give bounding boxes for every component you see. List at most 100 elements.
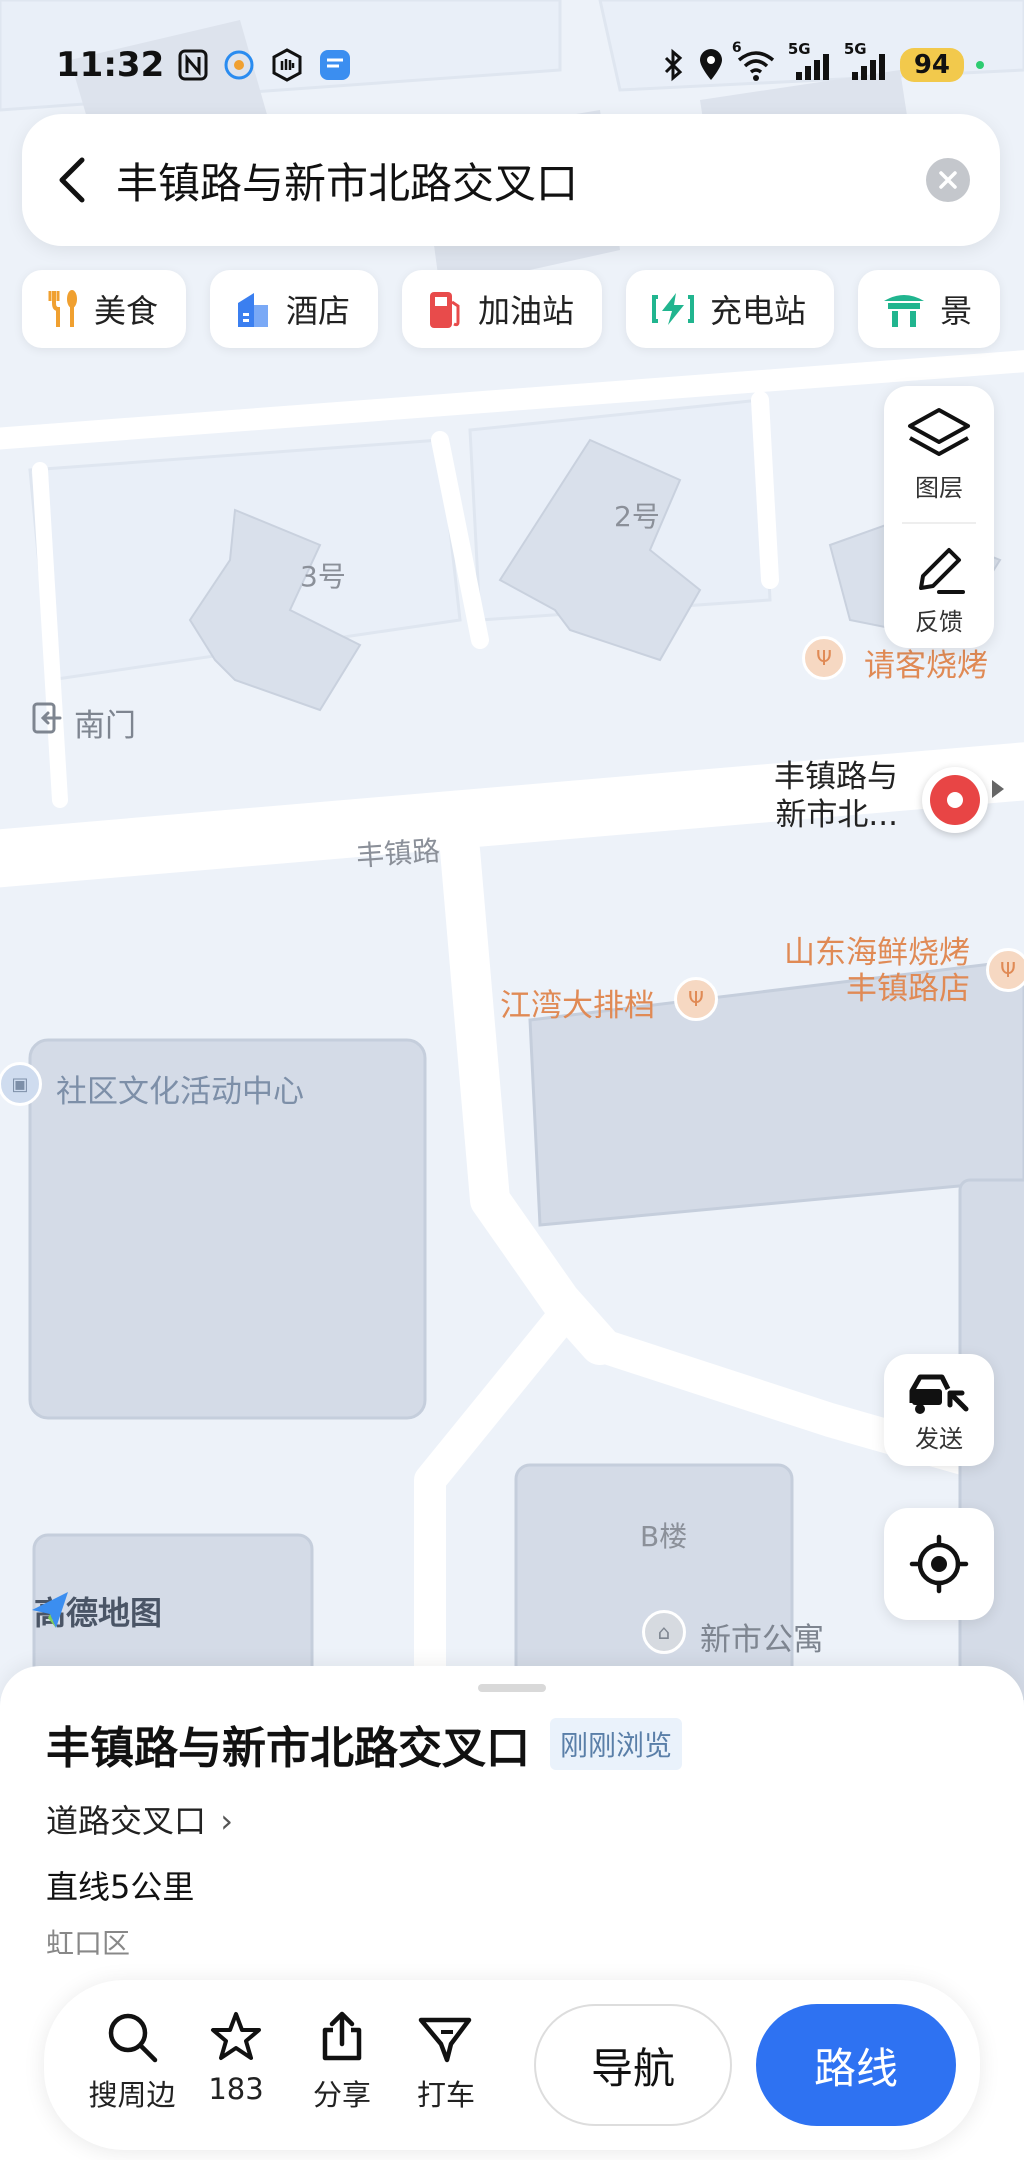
poi-jiangwan-dot[interactable]: Ψ (674, 977, 718, 1021)
fork-knife-icon: Ψ (1000, 958, 1016, 982)
map-canvas[interactable]: 3号 2号 南门 丰镇路 Ψ 请客烧烤 丰镇路与 新市北... 山东海鲜烧烤 丰… (0, 0, 1024, 1700)
map-tools-panel: 图层 反馈 (884, 386, 994, 648)
fork-knife-icon: Ψ (816, 646, 832, 670)
place-type-label: 道路交叉口 (46, 1802, 207, 1840)
network-label-2: 5G (843, 40, 867, 58)
place-title: 丰镇路与新市北路交叉口 (46, 1723, 530, 1774)
marker-label-line1: 丰镇路与 (774, 759, 898, 795)
battery-indicator: 94 (899, 48, 964, 82)
chip-hotel[interactable]: 酒店 (210, 270, 379, 348)
tools-divider (902, 522, 976, 524)
poi-south-gate-label: 南门 (74, 708, 136, 744)
marker-pin-icon (930, 775, 980, 825)
bus-icon: ▣ (11, 1073, 29, 1095)
chip-charging-label: 充电站 (710, 292, 807, 330)
chat-app-icon (222, 48, 256, 82)
status-bar: 11:32 6 5G 5G 94 (56, 40, 984, 90)
search-bar[interactable]: 丰镇路与新市北路交叉口 (22, 114, 1000, 246)
network-label-1: 5G (787, 40, 811, 58)
navigate-button[interactable]: 导航 (534, 2004, 732, 2126)
back-arrow-icon[interactable] (52, 154, 92, 206)
chip-charging[interactable]: 充电站 (626, 270, 835, 348)
chip-gas-label: 加油站 (478, 292, 575, 330)
poi-apartment-label[interactable]: 新市公寓 (700, 1614, 824, 1659)
poi-community-label[interactable]: 社区文化活动中心 (56, 1066, 304, 1111)
search-nearby-button[interactable]: 搜周边 (82, 2010, 182, 2114)
brand-logo: 高德地图 (28, 1588, 162, 1634)
fork-knife-icon: Ψ (688, 987, 704, 1011)
building-label-2: 2号 (614, 500, 660, 533)
share-icon (322, 2011, 362, 2061)
search-nearby-label: 搜周边 (88, 2078, 176, 2112)
privacy-dot-icon (976, 61, 984, 69)
sheet-drag-handle[interactable] (478, 1684, 546, 1692)
wifi-icon: 6 (732, 40, 776, 82)
poi-seafood[interactable]: 山东海鲜烧烤 丰镇路店 (784, 935, 970, 1007)
place-distance: 直线5公里 (46, 1868, 195, 1906)
taxi-button[interactable]: 打车 (396, 2010, 496, 2114)
recently-viewed-badge: 刚刚浏览 (550, 1718, 683, 1770)
home-icon: ⌂ (657, 1620, 671, 1644)
category-chips: 美食 酒店 加油站 充电站 景 (22, 270, 1001, 348)
poi-apartment-dot[interactable]: ⌂ (642, 1610, 686, 1654)
marker-label-line2: 新市北... (775, 797, 898, 833)
signal-2-icon: 5G (844, 40, 888, 82)
building-label-3: 3号 (300, 560, 346, 593)
hotel-icon (234, 289, 272, 329)
chip-gas[interactable]: 加油站 (402, 270, 603, 348)
locate-me-button[interactable] (884, 1508, 994, 1620)
gate-icon (30, 702, 66, 741)
signal-1-icon: 5G (788, 40, 832, 82)
poi-restaurant-top-dot[interactable]: Ψ (802, 636, 846, 680)
layers-icon (908, 408, 970, 456)
nfc-icon (178, 49, 208, 81)
place-type-link[interactable]: 道路交叉口 › (46, 1796, 233, 1842)
charging-icon (650, 291, 696, 327)
layers-label: 图层 (915, 474, 963, 502)
status-time: 11:32 (56, 45, 165, 85)
poi-seafood-line1: 山东海鲜烧烤 (784, 935, 970, 971)
favorite-button[interactable]: 183 (186, 2010, 286, 2106)
share-label: 分享 (312, 2078, 371, 2112)
location-marker[interactable] (922, 767, 988, 833)
building-label-b: B楼 (640, 1520, 688, 1553)
road-label-fengzhen: 丰镇路 (355, 834, 442, 873)
chip-food-label: 美食 (94, 292, 159, 330)
poi-south-gate[interactable]: 南门 (30, 700, 136, 745)
map-background (0, 0, 1024, 1700)
hand-icon (270, 48, 304, 82)
clear-search-button[interactable] (926, 158, 970, 202)
share-button[interactable]: 分享 (292, 2010, 392, 2114)
chevron-right-icon: › (220, 1802, 233, 1840)
poi-community-dot[interactable]: ▣ (0, 1062, 42, 1106)
search-icon (108, 2013, 158, 2063)
wifi-badge: 6 (731, 40, 742, 56)
feedback-label: 反馈 (915, 608, 963, 636)
send-label: 发送 (915, 1424, 963, 1453)
chip-scenic[interactable]: 景 (858, 270, 1001, 348)
action-bar: 搜周边 183 分享 打车 导航 路线 (44, 1980, 980, 2150)
gas-station-icon (426, 288, 464, 330)
poi-seafood-line2: 丰镇路店 (846, 971, 970, 1007)
feedback-button[interactable]: 反馈 (884, 542, 994, 637)
chip-scenic-label: 景 (940, 292, 973, 330)
car-send-icon (909, 1374, 969, 1414)
bluetooth-icon (662, 48, 686, 82)
locate-icon (909, 1534, 969, 1594)
route-button[interactable]: 路线 (756, 2004, 956, 2126)
favorite-count: 183 (208, 2072, 264, 2106)
edit-icon (919, 548, 965, 594)
layers-button[interactable]: 图层 (884, 406, 994, 503)
poi-jiangwan-label[interactable]: 江湾大排档 (500, 980, 655, 1025)
place-district: 虹口区 (46, 1927, 131, 1960)
scenic-icon (882, 289, 926, 329)
poi-seafood-dot[interactable]: Ψ (986, 948, 1024, 992)
send-to-car-button[interactable]: 发送 (884, 1354, 994, 1466)
message-icon (318, 48, 352, 82)
location-icon (698, 48, 724, 82)
marker-label: 丰镇路与 新市北... (774, 758, 898, 834)
chip-food[interactable]: 美食 (22, 270, 187, 348)
close-icon (939, 171, 957, 189)
search-query[interactable]: 丰镇路与新市北路交叉口 (116, 150, 926, 211)
marker-direction-arrow-icon (992, 780, 1004, 798)
